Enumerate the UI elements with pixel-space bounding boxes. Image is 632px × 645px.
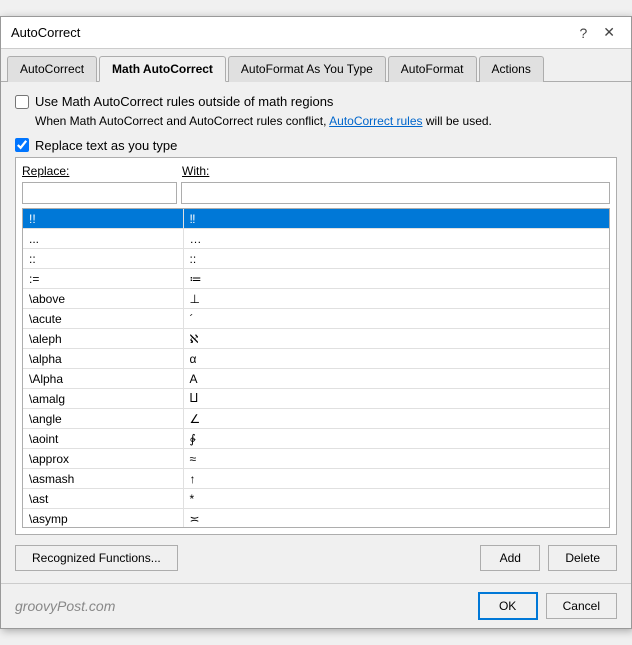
replace-header: Replace: With: [22, 164, 610, 178]
table-row[interactable]: ...… [23, 229, 609, 249]
tab-actions[interactable]: Actions [479, 56, 544, 82]
replace-cell: :: [23, 249, 183, 269]
replace-cell: := [23, 269, 183, 289]
dialog-content: Use Math AutoCorrect rules outside of ma… [1, 82, 631, 583]
replace-cell: \aoint [23, 429, 183, 449]
with-cell: ≈ [183, 449, 609, 469]
help-button[interactable]: ? [573, 23, 593, 43]
delete-button[interactable]: Delete [548, 545, 617, 571]
replace-checkbox[interactable] [15, 138, 29, 152]
math-rules-label: Use Math AutoCorrect rules outside of ma… [35, 94, 333, 109]
with-input[interactable] [181, 182, 610, 204]
replace-cell: \ast [23, 489, 183, 509]
replace-cell: \asmash [23, 469, 183, 489]
with-cell: ´ [183, 309, 609, 329]
replace-cell: \acute [23, 309, 183, 329]
table-row[interactable]: \asmash↑ [23, 469, 609, 489]
table-row[interactable]: \alphaα [23, 349, 609, 369]
replace-inputs [22, 182, 610, 204]
tab-math-autocorrect[interactable]: Math AutoCorrect [99, 56, 226, 82]
table-row[interactable]: :::: [23, 249, 609, 269]
tab-bar: AutoCorrect Math AutoCorrect AutoFormat … [1, 49, 631, 82]
math-rules-checkbox-row: Use Math AutoCorrect rules outside of ma… [15, 94, 617, 109]
table-row[interactable]: \AlphaA [23, 369, 609, 389]
cancel-button[interactable]: Cancel [546, 593, 617, 619]
table-row[interactable]: \approx≈ [23, 449, 609, 469]
table-row[interactable]: \aoint∲ [23, 429, 609, 449]
table-row[interactable]: !!‼ [23, 209, 609, 229]
replace-checkbox-label: Replace text as you type [35, 138, 177, 153]
add-button[interactable]: Add [480, 545, 540, 571]
replace-cell: \amalg [23, 389, 183, 409]
with-cell: ≔ [183, 269, 609, 289]
with-cell: ∠ [183, 409, 609, 429]
table-row[interactable]: \alephℵ [23, 329, 609, 349]
with-cell: ⨿ [183, 389, 609, 409]
math-rules-checkbox[interactable] [15, 95, 29, 109]
autocorrect-dialog: AutoCorrect ? ✕ AutoCorrect Math AutoCor… [0, 16, 632, 629]
with-cell: ∲ [183, 429, 609, 449]
tab-autocorrect[interactable]: AutoCorrect [7, 56, 97, 82]
table-row[interactable]: \asymp≍ [23, 509, 609, 527]
with-cell: α [183, 349, 609, 369]
info-text-part2: will be used. [426, 114, 492, 128]
footer: groovyPost.com OK Cancel [1, 583, 631, 628]
with-cell: ℵ [183, 329, 609, 349]
replace-cell: \aleph [23, 329, 183, 349]
replace-cell: \angle [23, 409, 183, 429]
title-bar: AutoCorrect ? ✕ [1, 17, 631, 49]
tab-autoformat-as-you-type[interactable]: AutoFormat As You Type [228, 56, 386, 82]
info-text: When Math AutoCorrect and AutoCorrect ru… [35, 113, 617, 130]
replace-cell: ... [23, 229, 183, 249]
tab-autoformat[interactable]: AutoFormat [388, 56, 477, 82]
replace-cell: \approx [23, 449, 183, 469]
dialog-title: AutoCorrect [11, 25, 80, 40]
info-text-part1: When Math AutoCorrect and AutoCorrect ru… [35, 114, 326, 128]
table-row[interactable]: \ast* [23, 489, 609, 509]
table-row[interactable]: :=≔ [23, 269, 609, 289]
with-cell: … [183, 229, 609, 249]
close-button[interactable]: ✕ [597, 22, 621, 43]
bottom-buttons: Recognized Functions... Add Delete [15, 545, 617, 571]
title-bar-buttons: ? ✕ [573, 22, 621, 43]
table-scroll[interactable]: !!‼...…:::::=≔\above⊥\acute´\alephℵ\alph… [23, 209, 609, 527]
with-cell: ‼ [183, 209, 609, 229]
with-cell: * [183, 489, 609, 509]
replace-cell: \above [23, 289, 183, 309]
table-row[interactable]: \angle∠ [23, 409, 609, 429]
replace-section: Replace: With: !!‼...…:::::=≔\above⊥\acu… [15, 157, 617, 535]
with-cell: ⊥ [183, 289, 609, 309]
replace-table: !!‼...…:::::=≔\above⊥\acute´\alephℵ\alph… [23, 209, 609, 527]
with-column-header: With: [182, 164, 610, 178]
table-row[interactable]: \acute´ [23, 309, 609, 329]
with-cell: ↑ [183, 469, 609, 489]
table-container: !!‼...…:::::=≔\above⊥\acute´\alephℵ\alph… [22, 208, 610, 528]
replace-cell: \alpha [23, 349, 183, 369]
branding: groovyPost.com [15, 598, 115, 614]
replace-cell: \asymp [23, 509, 183, 527]
table-row[interactable]: \above⊥ [23, 289, 609, 309]
ok-button[interactable]: OK [478, 592, 538, 620]
replace-checkbox-row: Replace text as you type [15, 138, 617, 153]
replace-input[interactable] [22, 182, 177, 204]
with-cell: A [183, 369, 609, 389]
info-link[interactable]: AutoCorrect rules [329, 114, 422, 128]
replace-column-header: Replace: [22, 164, 182, 178]
replace-cell: \Alpha [23, 369, 183, 389]
recognized-functions-button[interactable]: Recognized Functions... [15, 545, 178, 571]
table-row[interactable]: \amalg⨿ [23, 389, 609, 409]
with-cell: ≍ [183, 509, 609, 527]
with-cell: :: [183, 249, 609, 269]
replace-cell: !! [23, 209, 183, 229]
